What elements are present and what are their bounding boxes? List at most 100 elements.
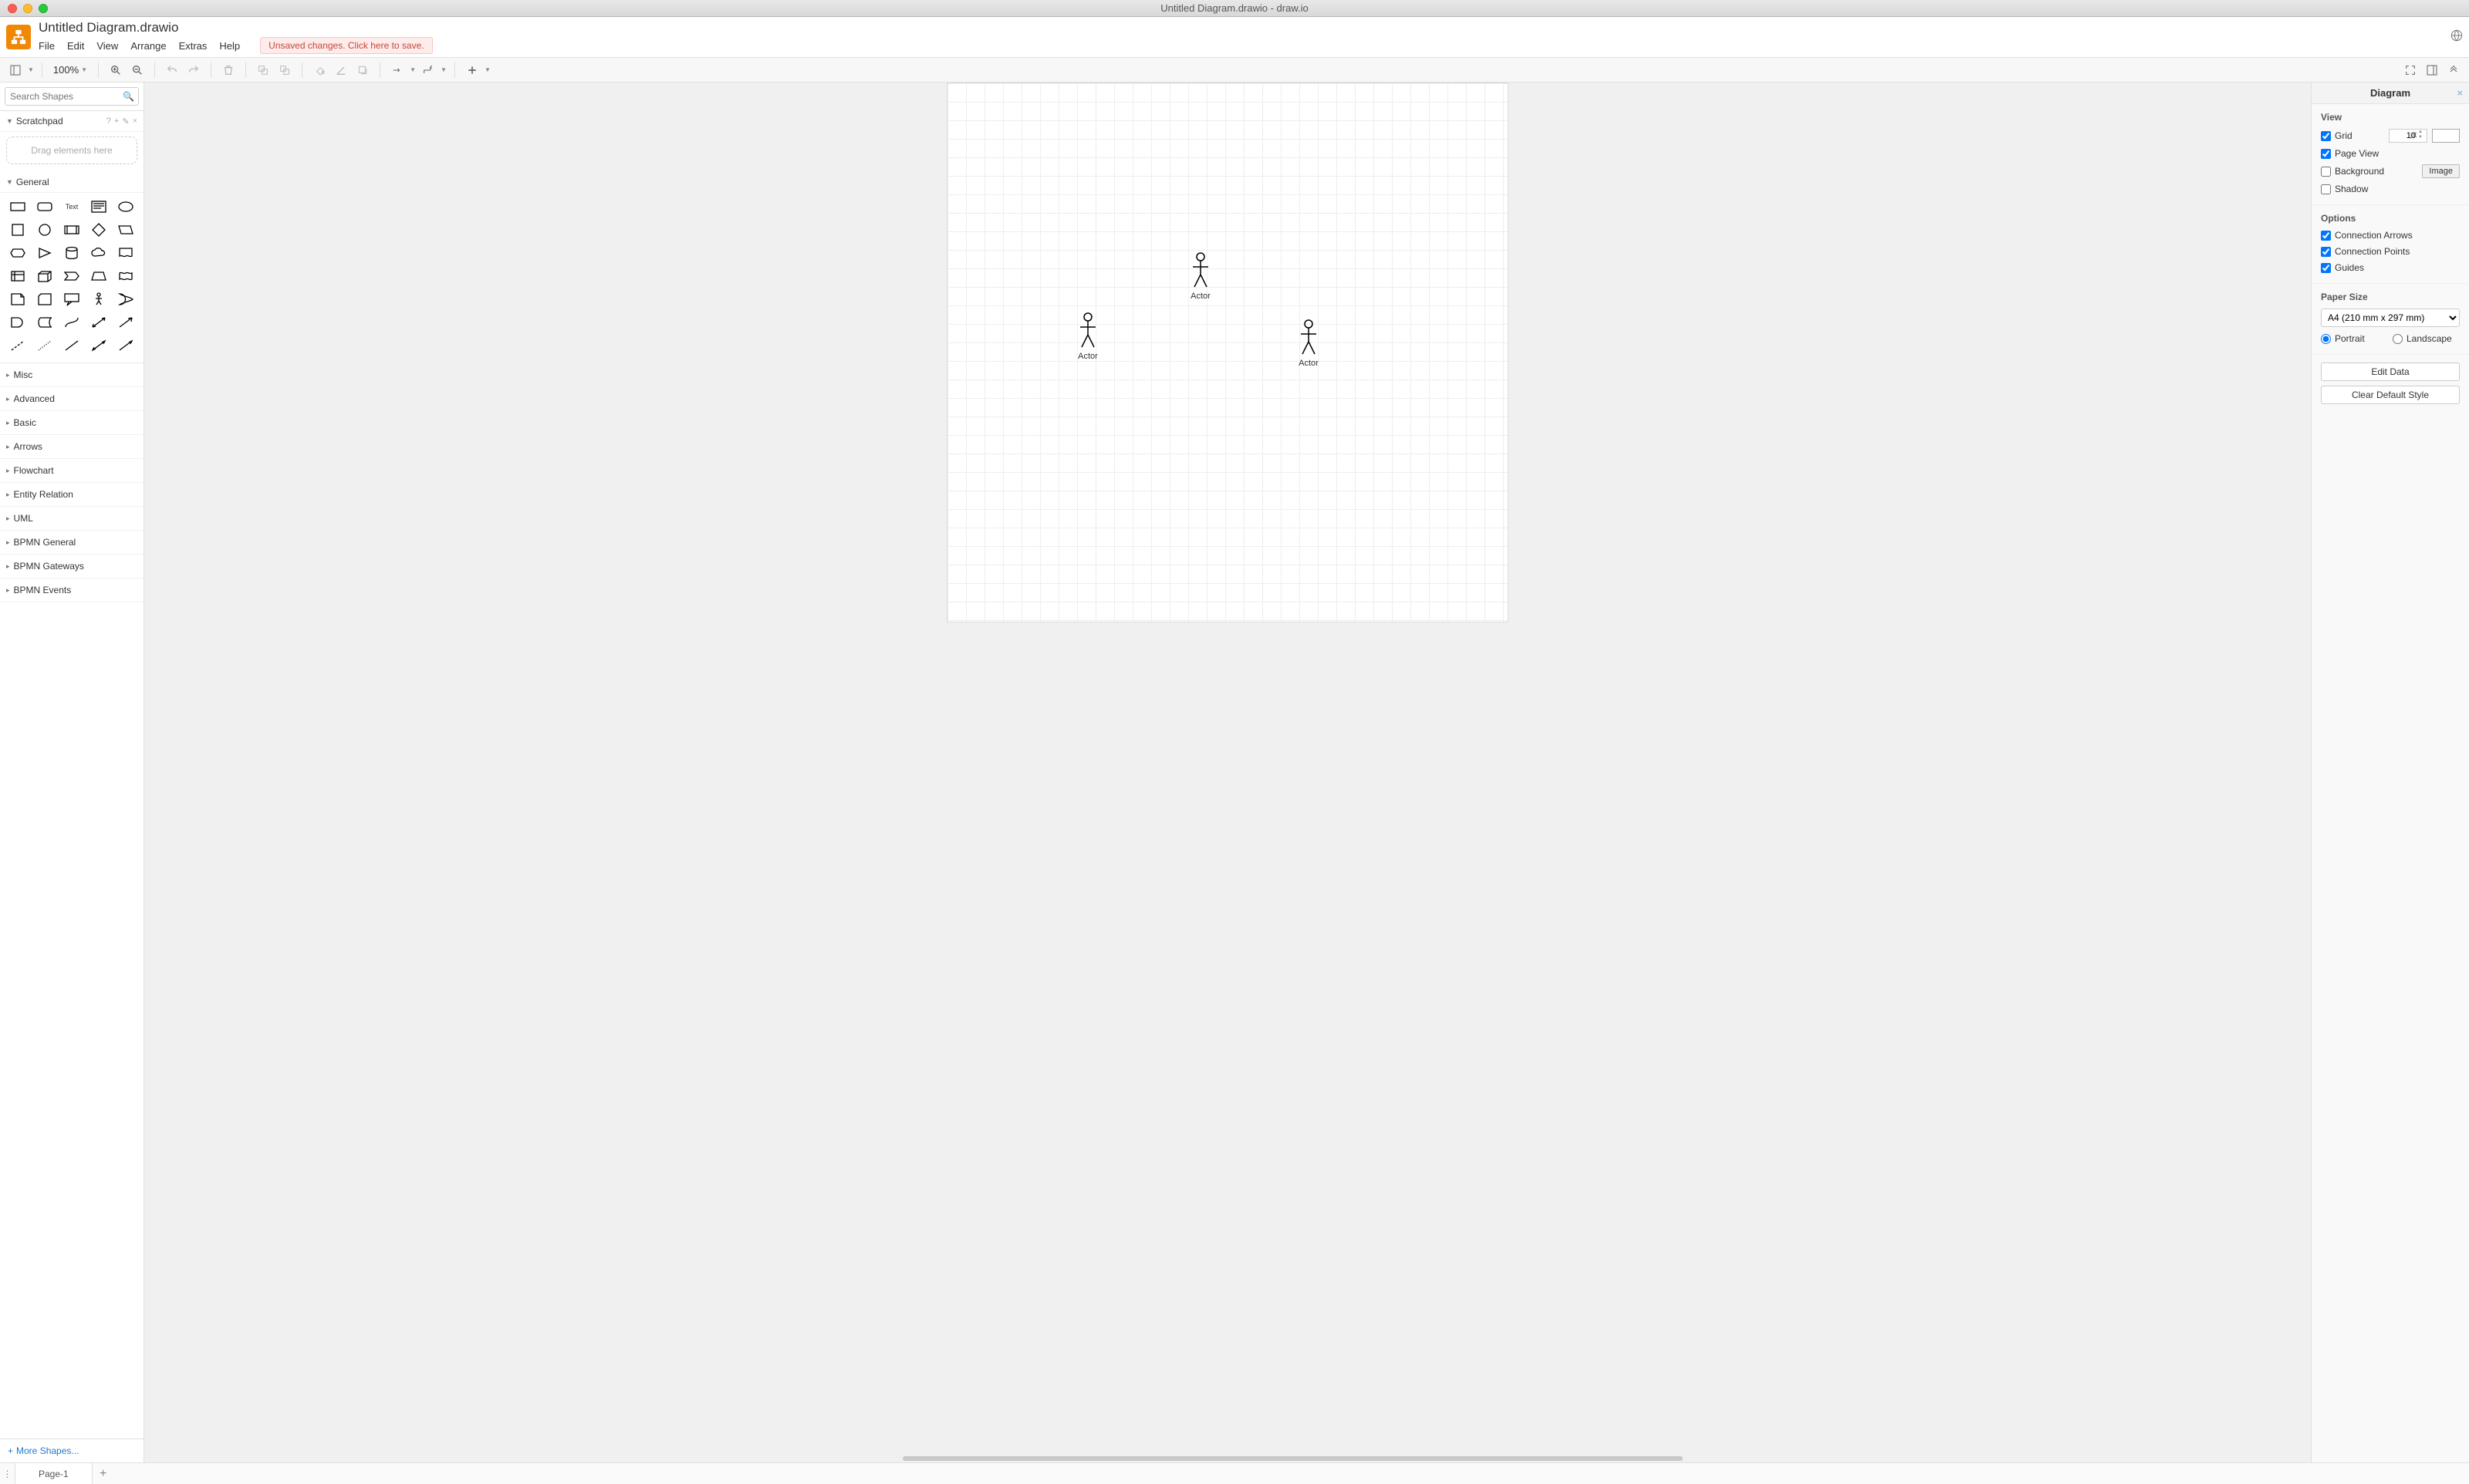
category-uml[interactable]: ▸UML xyxy=(0,507,144,531)
zoom-in-button[interactable] xyxy=(106,61,125,79)
landscape-radio[interactable]: Landscape xyxy=(2393,333,2460,344)
shape-text[interactable]: Text xyxy=(60,197,84,216)
shape-process[interactable] xyxy=(60,221,84,239)
category-advanced[interactable]: ▸Advanced xyxy=(0,387,144,411)
shape-square[interactable] xyxy=(6,221,30,239)
actor-shape[interactable]: Actor xyxy=(1190,251,1211,301)
shape-ellipse[interactable] xyxy=(113,197,137,216)
shadow-button[interactable] xyxy=(353,61,372,79)
shape-circle[interactable] xyxy=(33,221,57,239)
connection-points-checkbox[interactable]: Connection Points xyxy=(2321,246,2460,257)
category-flowchart[interactable]: ▸Flowchart xyxy=(0,459,144,483)
edit-icon[interactable]: ✎ xyxy=(122,116,129,126)
grid-checkbox[interactable]: Grid xyxy=(2321,130,2384,141)
insert-button[interactable] xyxy=(463,61,481,79)
menu-file[interactable]: File xyxy=(39,40,55,52)
shape-data-storage[interactable] xyxy=(33,313,57,332)
redo-button[interactable] xyxy=(184,61,203,79)
shadow-checkbox[interactable]: Shadow xyxy=(2321,184,2460,194)
background-checkbox[interactable]: Background xyxy=(2321,166,2417,177)
shape-and[interactable] xyxy=(6,313,30,332)
shape-textbox[interactable] xyxy=(86,197,110,216)
shape-cube[interactable] xyxy=(33,267,57,285)
delete-button[interactable] xyxy=(219,61,238,79)
search-shapes-input[interactable] xyxy=(5,87,139,106)
shape-note[interactable] xyxy=(6,290,30,309)
shape-directional-connector[interactable] xyxy=(113,336,137,355)
menu-edit[interactable]: Edit xyxy=(67,40,84,52)
zoom-out-button[interactable] xyxy=(128,61,147,79)
shape-diamond[interactable] xyxy=(86,221,110,239)
close-icon[interactable]: × xyxy=(2457,87,2463,99)
add-page-button[interactable]: + xyxy=(93,1467,114,1481)
shape-dashed-line[interactable] xyxy=(6,336,30,355)
menu-extras[interactable]: Extras xyxy=(179,40,208,52)
category-basic[interactable]: ▸Basic xyxy=(0,411,144,435)
shape-rounded-rect[interactable] xyxy=(33,197,57,216)
shape-bidir-connector[interactable] xyxy=(86,336,110,355)
waypoint-style-button[interactable] xyxy=(419,61,437,79)
shape-triangle[interactable] xyxy=(33,244,57,262)
document-title[interactable]: Untitled Diagram.drawio xyxy=(39,20,2450,35)
portrait-radio[interactable]: Portrait xyxy=(2321,333,2388,344)
canvas-page[interactable]: Actor Actor Actor xyxy=(947,83,1508,622)
language-icon[interactable] xyxy=(2450,29,2463,46)
canvas-area[interactable]: Actor Actor Actor xyxy=(144,83,2311,1462)
line-color-button[interactable] xyxy=(332,61,350,79)
unsaved-changes-button[interactable]: Unsaved changes. Click here to save. xyxy=(260,37,432,54)
shape-actor[interactable] xyxy=(86,290,110,309)
more-shapes-button[interactable]: + More Shapes... xyxy=(0,1438,144,1462)
background-image-button[interactable]: Image xyxy=(2422,164,2460,178)
fill-color-button[interactable] xyxy=(310,61,329,79)
category-bpmn-events[interactable]: ▸BPMN Events xyxy=(0,578,144,602)
category-arrows[interactable]: ▸Arrows xyxy=(0,435,144,459)
menu-arrange[interactable]: Arrange xyxy=(130,40,166,52)
shape-bidirectional-arrow[interactable] xyxy=(86,313,110,332)
category-bpmn-gateways[interactable]: ▸BPMN Gateways xyxy=(0,555,144,578)
grid-color-swatch[interactable] xyxy=(2432,129,2460,143)
actor-shape[interactable]: Actor xyxy=(1077,312,1099,361)
shape-card[interactable] xyxy=(33,290,57,309)
pages-menu-button[interactable]: ⋮ xyxy=(0,1463,15,1484)
page-tab[interactable]: Page-1 xyxy=(15,1463,93,1484)
category-entity-relation[interactable]: ▸Entity Relation xyxy=(0,483,144,507)
scratchpad-dropzone[interactable]: Drag elements here xyxy=(6,137,137,164)
collapse-panel-button[interactable] xyxy=(2444,61,2463,79)
menu-help[interactable]: Help xyxy=(219,40,240,52)
undo-button[interactable] xyxy=(163,61,181,79)
shape-document[interactable] xyxy=(113,244,137,262)
shape-curve[interactable] xyxy=(60,313,84,332)
to-front-button[interactable] xyxy=(254,61,272,79)
category-bpmn-general[interactable]: ▸BPMN General xyxy=(0,531,144,555)
shape-trapezoid[interactable] xyxy=(86,267,110,285)
connection-arrows-checkbox[interactable]: Connection Arrows xyxy=(2321,230,2460,241)
shape-step[interactable] xyxy=(60,267,84,285)
shape-callout[interactable] xyxy=(60,290,84,309)
general-header[interactable]: ▼ General xyxy=(0,172,144,193)
guides-checkbox[interactable]: Guides xyxy=(2321,262,2460,273)
category-misc[interactable]: ▸Misc xyxy=(0,363,144,387)
shape-line[interactable] xyxy=(60,336,84,355)
horizontal-scrollbar[interactable] xyxy=(903,1456,1683,1461)
scratchpad-header[interactable]: ▼ Scratchpad ? + ✎ × xyxy=(0,111,144,132)
pageview-checkbox[interactable]: Page View xyxy=(2321,148,2460,159)
shape-or[interactable] xyxy=(113,290,137,309)
shape-dotted-line[interactable] xyxy=(33,336,57,355)
shape-hexagon[interactable] xyxy=(6,244,30,262)
shape-tape[interactable] xyxy=(113,267,137,285)
shape-rectangle[interactable] xyxy=(6,197,30,216)
shape-parallelogram[interactable] xyxy=(113,221,137,239)
menu-view[interactable]: View xyxy=(96,40,118,52)
to-back-button[interactable] xyxy=(275,61,294,79)
shape-cylinder[interactable] xyxy=(60,244,84,262)
paper-size-select[interactable]: A4 (210 mm x 297 mm) xyxy=(2321,309,2460,327)
plus-icon[interactable]: + xyxy=(114,116,119,126)
fullscreen-button[interactable] xyxy=(2401,61,2420,79)
view-mode-button[interactable] xyxy=(6,61,25,79)
clear-default-style-button[interactable]: Clear Default Style xyxy=(2321,386,2460,404)
actor-shape[interactable]: Actor xyxy=(1298,319,1319,368)
edit-data-button[interactable]: Edit Data xyxy=(2321,363,2460,381)
format-panel-toggle[interactable] xyxy=(2423,61,2441,79)
zoom-level[interactable]: 100% ▼ xyxy=(50,64,90,76)
shape-cloud[interactable] xyxy=(86,244,110,262)
